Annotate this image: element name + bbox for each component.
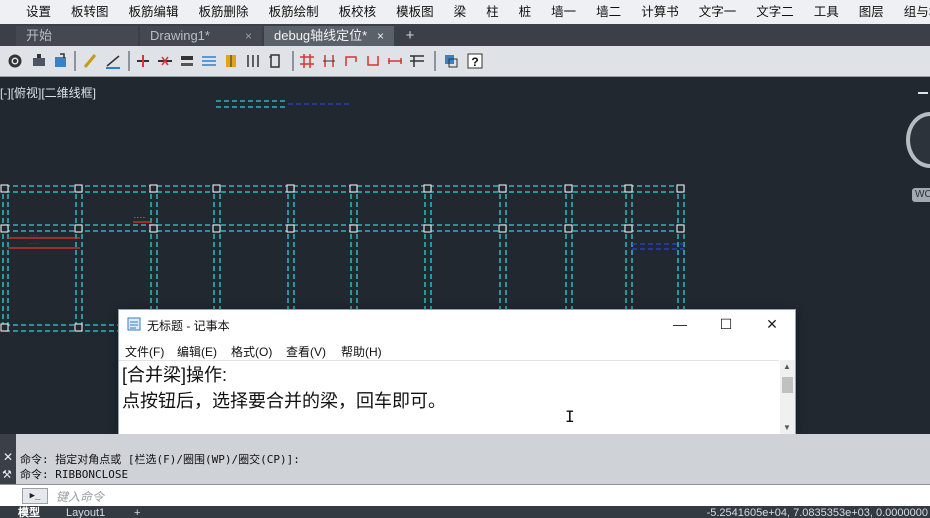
command-input[interactable]: 键入命令 xyxy=(56,488,104,505)
gear-icon[interactable] xyxy=(6,52,24,70)
text-cursor-icon: I xyxy=(565,407,575,426)
draw-line-icon[interactable] xyxy=(104,52,122,70)
menu-item[interactable]: 文字二 xyxy=(746,0,804,24)
beam-cut-icon[interactable] xyxy=(134,52,152,70)
wcs-button[interactable]: WC xyxy=(912,188,930,202)
rebar-u-icon[interactable] xyxy=(364,52,382,70)
offset-icon[interactable] xyxy=(244,52,262,70)
menu-item[interactable]: 组与块 xyxy=(894,0,930,24)
beam-break-icon[interactable] xyxy=(156,52,174,70)
menu-item[interactable]: 板筋删除 xyxy=(189,0,259,24)
scroll-thumb[interactable] xyxy=(782,377,793,393)
document-tab-bar: 开始 Drawing1* × debug轴线定位* × + xyxy=(0,24,930,46)
menu-edit[interactable]: 编辑(E) xyxy=(177,343,217,360)
svg-text:?: ? xyxy=(471,55,478,69)
menu-item[interactable]: 桩 xyxy=(509,0,542,24)
new-tab-button[interactable]: + xyxy=(400,28,420,44)
help-icon[interactable]: ? xyxy=(466,52,484,70)
menu-view[interactable]: 查看(V) xyxy=(286,343,326,360)
command-history-line: 命令: RIBBONCLOSE xyxy=(20,468,129,481)
menu-item[interactable]: 模板图 xyxy=(386,0,444,24)
beam-label: - - - xyxy=(30,233,38,239)
vertical-scrollbar[interactable]: ▲ ▼ xyxy=(780,360,795,434)
wrench-icon[interactable]: ⚒ xyxy=(2,468,12,481)
dimension-icon[interactable] xyxy=(386,52,404,70)
command-panel-side: ✕ ⚒ xyxy=(0,434,16,484)
export-icon[interactable] xyxy=(52,52,70,70)
scroll-up-icon[interactable]: ▲ xyxy=(783,362,791,371)
align-icon[interactable] xyxy=(200,52,218,70)
table-icon[interactable] xyxy=(408,52,426,70)
grid-lines xyxy=(2,100,685,332)
toolbar: ? xyxy=(0,46,930,77)
status-bar: 模型 Layout1 + -5.2541605e+04, 7.0835353e+… xyxy=(0,506,930,518)
tab-model[interactable]: 模型 xyxy=(18,507,40,518)
column-axis-icon[interactable] xyxy=(320,52,338,70)
toolbar-separator xyxy=(434,51,436,71)
maximize-button[interactable]: ☐ xyxy=(703,310,749,338)
menu-bar: 设置 板转图 板筋编辑 板筋删除 板筋绘制 板校核 模板图梁柱桩墙一 墙二 计算书 文字一 文字二工… xyxy=(0,0,930,24)
menu-item[interactable]: 工具 xyxy=(804,0,849,24)
tab-drawing1[interactable]: Drawing1* × xyxy=(140,26,262,46)
menu-help[interactable]: 帮助(H) xyxy=(341,343,382,360)
toolbar-separator xyxy=(74,51,76,71)
notepad-menu: 文件(F) 编辑(E) 格式(O) 查看(V) 帮助(H) xyxy=(119,338,795,360)
menu-item[interactable]: 柱 xyxy=(476,0,509,24)
beam-label: - - - - xyxy=(134,215,145,221)
menu-file[interactable]: 文件(F) xyxy=(125,343,164,360)
command-prompt-icon[interactable]: ▶_ xyxy=(22,488,48,504)
menu-item[interactable]: 图层 xyxy=(849,0,894,24)
layer-icon[interactable] xyxy=(442,52,460,70)
menu-item[interactable]: 梁 xyxy=(444,0,477,24)
beam-label: - - - - xyxy=(28,241,39,247)
tab-label: debug轴线定位* xyxy=(274,28,368,43)
minimize-button[interactable]: — xyxy=(657,310,703,338)
coordinate-readout: -5.2541605e+04, 7.0835353e+03, 0.0000000 xyxy=(706,507,928,518)
add-layout-button[interactable]: + xyxy=(134,507,140,518)
beam-mark-icon[interactable] xyxy=(266,52,284,70)
menu-item[interactable]: 板筋绘制 xyxy=(259,0,329,24)
close-icon[interactable]: × xyxy=(245,26,252,46)
close-icon[interactable]: × xyxy=(377,26,384,46)
menu-item[interactable]: 板校核 xyxy=(329,0,387,24)
tab-label: Drawing1* xyxy=(150,28,210,43)
notepad-text-area[interactable]: [合并梁]操作: 点按钮后，选择要合并的梁，回车即可。 xyxy=(119,360,779,434)
tab-debug-axis[interactable]: debug轴线定位* × xyxy=(264,26,394,46)
command-input-bar[interactable]: ▶_ 键入命令 xyxy=(0,484,930,507)
toolbar-separator xyxy=(128,51,130,71)
command-history-line: 命令: 指定对角点或 [栏选(F)/圈围(WP)/圈交(CP)]: xyxy=(20,453,300,466)
close-icon[interactable]: ✕ xyxy=(3,450,13,464)
menu-item[interactable]: 板转图 xyxy=(61,0,119,24)
close-button[interactable]: ✕ xyxy=(749,310,795,338)
beam-merge-icon[interactable] xyxy=(222,52,240,70)
rebar-hook-icon[interactable] xyxy=(342,52,360,70)
tab-label: 开始 xyxy=(26,28,53,43)
menu-item[interactable]: 墙一 xyxy=(541,0,586,24)
menu-item[interactable]: 文字一 xyxy=(689,0,747,24)
grid-icon[interactable] xyxy=(298,52,316,70)
menu-item[interactable]: 墙二 xyxy=(586,0,631,24)
pencil-icon[interactable] xyxy=(82,52,100,70)
menu-item[interactable]: 设置 xyxy=(0,0,61,24)
node-edit-icon[interactable] xyxy=(30,52,48,70)
notepad-window: 无标题 - 记事本 — ☐ ✕ 文件(F) 编辑(E) 格式(O) 查看(V) … xyxy=(118,309,796,436)
tab-start[interactable]: 开始 xyxy=(16,26,138,46)
text-line: [合并梁]操作: xyxy=(122,365,228,385)
text-line: 点按钮后，选择要合并的梁，回车即可。 xyxy=(122,391,446,411)
menu-item[interactable]: 板筋编辑 xyxy=(119,0,189,24)
notepad-titlebar[interactable]: 无标题 - 记事本 — ☐ ✕ xyxy=(119,310,795,338)
toolbar-separator xyxy=(292,51,294,71)
tab-layout1[interactable]: Layout1 xyxy=(66,507,105,518)
beam-insert-icon[interactable] xyxy=(178,52,196,70)
menu-item[interactable]: 计算书 xyxy=(631,0,689,24)
notepad-icon xyxy=(127,317,141,331)
window-title: 无标题 - 记事本 xyxy=(147,319,230,333)
command-history-panel: ✕ ⚒ 命令: 指定对角点或 [栏选(F)/圈围(WP)/圈交(CP)]: 命令… xyxy=(0,434,930,484)
menu-format[interactable]: 格式(O) xyxy=(231,343,272,360)
scroll-down-icon[interactable]: ▼ xyxy=(783,423,791,432)
